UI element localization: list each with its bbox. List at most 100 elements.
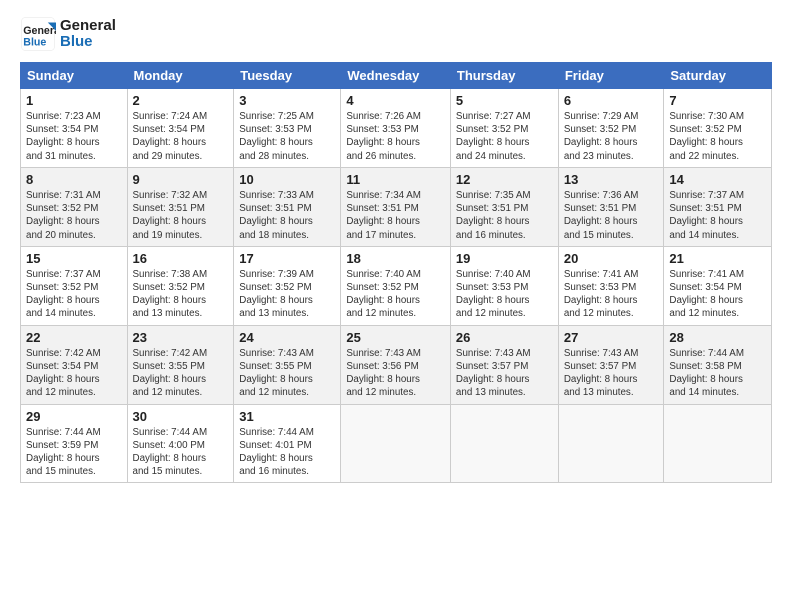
day-number: 24	[239, 330, 335, 345]
calendar-cell: 15 Sunrise: 7:37 AM Sunset: 3:52 PM Dayl…	[21, 246, 128, 325]
day-detail: Sunrise: 7:25 AM Sunset: 3:53 PM Dayligh…	[239, 110, 335, 163]
calendar-cell: 11 Sunrise: 7:34 AM Sunset: 3:51 PM Dayl…	[341, 167, 451, 246]
day-detail: Sunrise: 7:44 AM Sunset: 3:58 PM Dayligh…	[669, 347, 766, 400]
calendar-cell: 1 Sunrise: 7:23 AM Sunset: 3:54 PM Dayli…	[21, 89, 128, 168]
calendar-cell: 21 Sunrise: 7:41 AM Sunset: 3:54 PM Dayl…	[664, 246, 772, 325]
logo: General Blue General Blue	[20, 16, 116, 52]
day-detail: Sunrise: 7:34 AM Sunset: 3:51 PM Dayligh…	[346, 189, 445, 242]
day-number: 5	[456, 93, 553, 108]
calendar-header-row: SundayMondayTuesdayWednesdayThursdayFrid…	[21, 63, 772, 89]
calendar-cell: 29 Sunrise: 7:44 AM Sunset: 3:59 PM Dayl…	[21, 404, 128, 483]
calendar-cell: 24 Sunrise: 7:43 AM Sunset: 3:55 PM Dayl…	[234, 325, 341, 404]
day-number: 23	[133, 330, 229, 345]
calendar-cell: 4 Sunrise: 7:26 AM Sunset: 3:53 PM Dayli…	[341, 89, 451, 168]
day-number: 21	[669, 251, 766, 266]
day-number: 6	[564, 93, 659, 108]
day-detail: Sunrise: 7:32 AM Sunset: 3:51 PM Dayligh…	[133, 189, 229, 242]
calendar-cell: 16 Sunrise: 7:38 AM Sunset: 3:52 PM Dayl…	[127, 246, 234, 325]
calendar-cell: 14 Sunrise: 7:37 AM Sunset: 3:51 PM Dayl…	[664, 167, 772, 246]
day-detail: Sunrise: 7:36 AM Sunset: 3:51 PM Dayligh…	[564, 189, 659, 242]
day-number: 15	[26, 251, 122, 266]
day-number: 14	[669, 172, 766, 187]
calendar-cell	[341, 404, 451, 483]
day-number: 1	[26, 93, 122, 108]
day-number: 19	[456, 251, 553, 266]
day-number: 2	[133, 93, 229, 108]
calendar-week-row: 1 Sunrise: 7:23 AM Sunset: 3:54 PM Dayli…	[21, 89, 772, 168]
day-detail: Sunrise: 7:30 AM Sunset: 3:52 PM Dayligh…	[669, 110, 766, 163]
calendar-cell: 6 Sunrise: 7:29 AM Sunset: 3:52 PM Dayli…	[558, 89, 664, 168]
day-detail: Sunrise: 7:40 AM Sunset: 3:53 PM Dayligh…	[456, 268, 553, 321]
day-number: 29	[26, 409, 122, 424]
calendar-cell: 10 Sunrise: 7:33 AM Sunset: 3:51 PM Dayl…	[234, 167, 341, 246]
calendar-header-cell: Thursday	[450, 63, 558, 89]
calendar-cell: 17 Sunrise: 7:39 AM Sunset: 3:52 PM Dayl…	[234, 246, 341, 325]
day-detail: Sunrise: 7:42 AM Sunset: 3:54 PM Dayligh…	[26, 347, 122, 400]
calendar-header-cell: Wednesday	[341, 63, 451, 89]
calendar-cell: 3 Sunrise: 7:25 AM Sunset: 3:53 PM Dayli…	[234, 89, 341, 168]
page: General Blue General Blue SundayMondayTu…	[0, 0, 792, 612]
calendar-cell: 2 Sunrise: 7:24 AM Sunset: 3:54 PM Dayli…	[127, 89, 234, 168]
day-detail: Sunrise: 7:44 AM Sunset: 4:00 PM Dayligh…	[133, 426, 229, 479]
svg-text:General: General	[23, 25, 56, 37]
calendar-cell	[664, 404, 772, 483]
day-detail: Sunrise: 7:23 AM Sunset: 3:54 PM Dayligh…	[26, 110, 122, 163]
calendar-cell: 8 Sunrise: 7:31 AM Sunset: 3:52 PM Dayli…	[21, 167, 128, 246]
calendar-header-cell: Tuesday	[234, 63, 341, 89]
logo-general: General	[60, 18, 116, 35]
calendar-cell: 23 Sunrise: 7:42 AM Sunset: 3:55 PM Dayl…	[127, 325, 234, 404]
day-number: 17	[239, 251, 335, 266]
calendar-week-row: 29 Sunrise: 7:44 AM Sunset: 3:59 PM Dayl…	[21, 404, 772, 483]
day-number: 27	[564, 330, 659, 345]
day-detail: Sunrise: 7:41 AM Sunset: 3:53 PM Dayligh…	[564, 268, 659, 321]
calendar-cell: 18 Sunrise: 7:40 AM Sunset: 3:52 PM Dayl…	[341, 246, 451, 325]
calendar-header-cell: Sunday	[21, 63, 128, 89]
calendar-cell: 5 Sunrise: 7:27 AM Sunset: 3:52 PM Dayli…	[450, 89, 558, 168]
day-detail: Sunrise: 7:41 AM Sunset: 3:54 PM Dayligh…	[669, 268, 766, 321]
calendar-cell: 7 Sunrise: 7:30 AM Sunset: 3:52 PM Dayli…	[664, 89, 772, 168]
logo-blue: Blue	[60, 34, 116, 51]
day-detail: Sunrise: 7:31 AM Sunset: 3:52 PM Dayligh…	[26, 189, 122, 242]
day-detail: Sunrise: 7:33 AM Sunset: 3:51 PM Dayligh…	[239, 189, 335, 242]
calendar-cell: 19 Sunrise: 7:40 AM Sunset: 3:53 PM Dayl…	[450, 246, 558, 325]
day-number: 4	[346, 93, 445, 108]
calendar-cell	[450, 404, 558, 483]
day-detail: Sunrise: 7:27 AM Sunset: 3:52 PM Dayligh…	[456, 110, 553, 163]
day-number: 11	[346, 172, 445, 187]
day-number: 22	[26, 330, 122, 345]
calendar-cell: 12 Sunrise: 7:35 AM Sunset: 3:51 PM Dayl…	[450, 167, 558, 246]
calendar-body: 1 Sunrise: 7:23 AM Sunset: 3:54 PM Dayli…	[21, 89, 772, 483]
day-number: 28	[669, 330, 766, 345]
calendar-header-cell: Monday	[127, 63, 234, 89]
day-number: 10	[239, 172, 335, 187]
header: General Blue General Blue	[20, 16, 772, 52]
day-detail: Sunrise: 7:35 AM Sunset: 3:51 PM Dayligh…	[456, 189, 553, 242]
calendar-cell: 25 Sunrise: 7:43 AM Sunset: 3:56 PM Dayl…	[341, 325, 451, 404]
day-number: 9	[133, 172, 229, 187]
svg-text:Blue: Blue	[23, 36, 46, 48]
day-detail: Sunrise: 7:42 AM Sunset: 3:55 PM Dayligh…	[133, 347, 229, 400]
day-detail: Sunrise: 7:37 AM Sunset: 3:51 PM Dayligh…	[669, 189, 766, 242]
day-number: 7	[669, 93, 766, 108]
day-detail: Sunrise: 7:40 AM Sunset: 3:52 PM Dayligh…	[346, 268, 445, 321]
day-number: 26	[456, 330, 553, 345]
calendar-cell: 26 Sunrise: 7:43 AM Sunset: 3:57 PM Dayl…	[450, 325, 558, 404]
day-number: 3	[239, 93, 335, 108]
day-number: 25	[346, 330, 445, 345]
day-detail: Sunrise: 7:37 AM Sunset: 3:52 PM Dayligh…	[26, 268, 122, 321]
day-detail: Sunrise: 7:26 AM Sunset: 3:53 PM Dayligh…	[346, 110, 445, 163]
calendar-week-row: 8 Sunrise: 7:31 AM Sunset: 3:52 PM Dayli…	[21, 167, 772, 246]
calendar-cell: 30 Sunrise: 7:44 AM Sunset: 4:00 PM Dayl…	[127, 404, 234, 483]
calendar-cell: 22 Sunrise: 7:42 AM Sunset: 3:54 PM Dayl…	[21, 325, 128, 404]
day-number: 20	[564, 251, 659, 266]
calendar-header-cell: Saturday	[664, 63, 772, 89]
day-detail: Sunrise: 7:29 AM Sunset: 3:52 PM Dayligh…	[564, 110, 659, 163]
generalblue-logo-icon: General Blue	[20, 16, 56, 52]
day-detail: Sunrise: 7:44 AM Sunset: 4:01 PM Dayligh…	[239, 426, 335, 479]
day-number: 18	[346, 251, 445, 266]
day-number: 30	[133, 409, 229, 424]
day-number: 13	[564, 172, 659, 187]
day-detail: Sunrise: 7:43 AM Sunset: 3:57 PM Dayligh…	[564, 347, 659, 400]
day-detail: Sunrise: 7:43 AM Sunset: 3:55 PM Dayligh…	[239, 347, 335, 400]
day-number: 8	[26, 172, 122, 187]
